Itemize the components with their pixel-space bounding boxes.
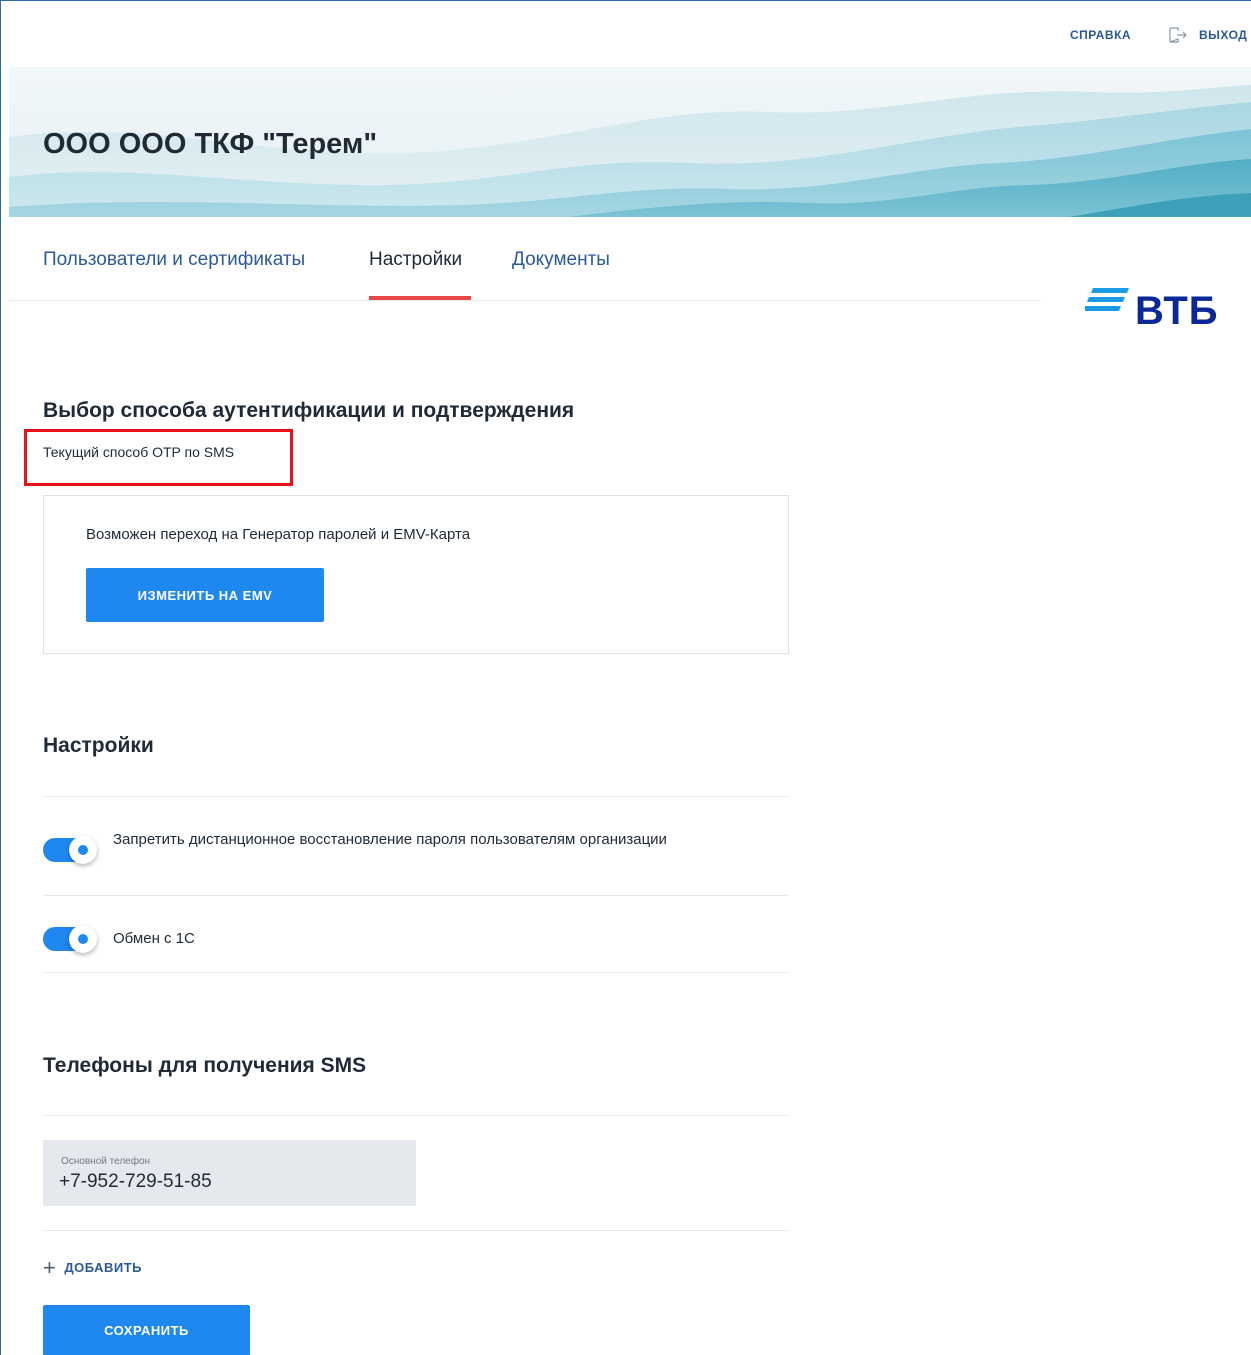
emv-switch-panel: Возможен переход на Генератор паролей и … (43, 495, 789, 654)
primary-phone-field[interactable]: Основной телефон +7-952-729-51-85 (43, 1140, 416, 1206)
plus-icon: + (43, 1255, 57, 1280)
divider (43, 1115, 789, 1116)
settings-section-title: Настройки (43, 734, 154, 757)
save-button[interactable]: СОХРАНИТЬ (43, 1305, 250, 1355)
help-link[interactable]: СПРАВКА (1070, 28, 1131, 42)
divider (43, 1230, 789, 1231)
change-to-emv-button[interactable]: ИЗМЕНИТЬ НА EMV (86, 568, 324, 622)
divider (43, 796, 789, 797)
switch-info-text: Возможен переход на Генератор паролей и … (86, 526, 471, 543)
toggle-label-restrict-password-recovery: Запретить дистанционное восстановление п… (113, 831, 667, 848)
logo-stripes-icon (1085, 288, 1129, 311)
tab-users-certificates[interactable]: Пользователи и сертификаты (43, 249, 305, 271)
logout-icon[interactable] (1169, 27, 1189, 43)
auth-section-title: Выбор способа аутентификации и подтвержд… (43, 399, 575, 422)
toggle-knob (69, 836, 97, 864)
active-tab-indicator (369, 296, 471, 300)
tab-settings[interactable]: Настройки (369, 249, 462, 271)
organization-title: ООО ООО ТКФ "Терем" (43, 128, 378, 160)
add-phone-label: ДОБАВИТЬ (64, 1260, 142, 1275)
toggle-label-1c-exchange: Обмен с 1С (113, 930, 195, 947)
toggle-restrict-password-recovery[interactable] (43, 836, 97, 864)
phones-section-title: Телефоны для получения SMS (43, 1054, 367, 1077)
primary-phone-value: +7-952-729-51-85 (59, 1171, 212, 1192)
add-phone-button[interactable]: + ДОБАВИТЬ (43, 1255, 142, 1281)
logout-link[interactable]: ВЫХОД (1199, 28, 1247, 42)
vtb-logo: ВТБ (1085, 283, 1235, 343)
app-window: СПРАВКА ВЫХОД ООО ООО ТКФ "Терем" Пользо… (0, 0, 1251, 1355)
primary-phone-caption: Основной телефон (61, 1156, 151, 1167)
toggle-knob (69, 925, 97, 953)
top-nav: СПРАВКА ВЫХОД (1, 1, 1251, 67)
highlight-annotation (24, 429, 293, 486)
divider (43, 895, 789, 896)
toggle-1c-exchange[interactable] (43, 925, 97, 953)
divider (43, 972, 789, 973)
tab-documents[interactable]: Документы (512, 249, 610, 271)
logo-text: ВТБ (1135, 289, 1219, 333)
tab-bar: Пользователи и сертификаты Настройки Док… (9, 217, 1041, 301)
